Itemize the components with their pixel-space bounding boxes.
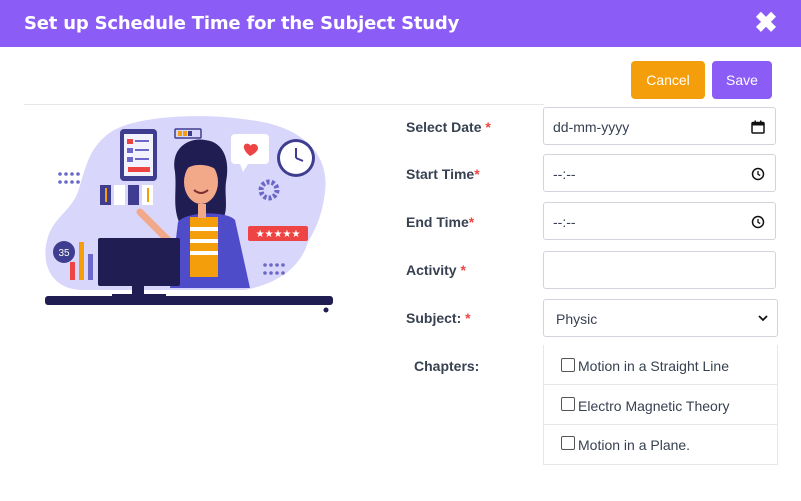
chapter-label: Electro Magnetic Theory <box>578 398 730 414</box>
subject-label-text: Subject: <box>406 310 466 326</box>
document-card-icon <box>120 129 157 181</box>
end-time-field[interactable]: --:-- <box>543 202 776 240</box>
required-asterisk: * <box>474 166 480 182</box>
svg-text:★★★★★: ★★★★★ <box>256 229 301 240</box>
svg-text:35: 35 <box>58 248 70 259</box>
list-item: Electro Magnetic Theory <box>544 385 777 425</box>
list-item: Motion in a Straight Line <box>544 345 777 385</box>
clock-icon[interactable] <box>751 215 765 229</box>
activity-input[interactable] <box>543 251 776 289</box>
end-time-label-text: End Time <box>406 214 469 230</box>
activity-label-text: Activity <box>406 262 461 278</box>
start-time-value: --:-- <box>553 166 576 182</box>
chapters-label: Chapters: <box>414 358 480 374</box>
subject-select[interactable]: Physic <box>543 299 778 337</box>
close-icon[interactable]: ✖ <box>753 8 779 38</box>
clock-illustration-icon <box>277 139 315 177</box>
select-date-label-text: Select Date <box>406 119 486 135</box>
chapter-checkbox[interactable] <box>561 436 575 450</box>
modal-title: Set up Schedule Time for the Subject Stu… <box>24 13 460 34</box>
required-asterisk: * <box>468 214 475 230</box>
chevron-down-icon[interactable] <box>757 312 769 324</box>
clock-icon[interactable] <box>751 167 765 181</box>
select-date-label: Select Date * <box>406 119 491 135</box>
start-time-label-text: Start Time <box>406 166 475 182</box>
activity-label: Activity * <box>406 262 466 278</box>
divider <box>24 104 544 105</box>
subject-label: Subject: * <box>406 310 471 326</box>
list-item: Motion in a Plane. <box>544 425 777 465</box>
subject-value: Physic <box>556 311 598 327</box>
calendar-icon[interactable] <box>751 120 765 134</box>
start-time-field[interactable]: --:-- <box>543 154 776 192</box>
required-asterisk: * <box>460 262 466 278</box>
required-asterisk: * <box>465 310 471 326</box>
required-asterisk: * <box>485 119 491 135</box>
start-time-label: Start Time* <box>406 166 480 182</box>
cancel-button[interactable]: Cancel <box>631 61 705 99</box>
schedule-modal: Set up Schedule Time for the Subject Stu… <box>0 0 801 501</box>
save-button[interactable]: Save <box>712 61 772 99</box>
modal-header: Set up Schedule Time for the Subject Stu… <box>0 0 801 47</box>
date-value: dd-mm-yyyy <box>553 119 630 135</box>
study-illustration: 35 ★★★★★ <box>45 116 333 313</box>
chapters-list: Motion in a Straight Line Electro Magnet… <box>543 345 778 465</box>
chapter-label: Motion in a Straight Line <box>578 358 729 374</box>
chapter-checkbox[interactable] <box>561 397 575 411</box>
end-time-label: End Time* <box>406 214 474 230</box>
rating-card: ★★★★★ <box>248 226 308 241</box>
select-date-field[interactable]: dd-mm-yyyy <box>543 107 776 145</box>
chapter-checkbox[interactable] <box>561 358 575 372</box>
end-time-value: --:-- <box>553 214 576 230</box>
chapter-label: Motion in a Plane. <box>578 437 691 453</box>
desk <box>45 296 333 305</box>
